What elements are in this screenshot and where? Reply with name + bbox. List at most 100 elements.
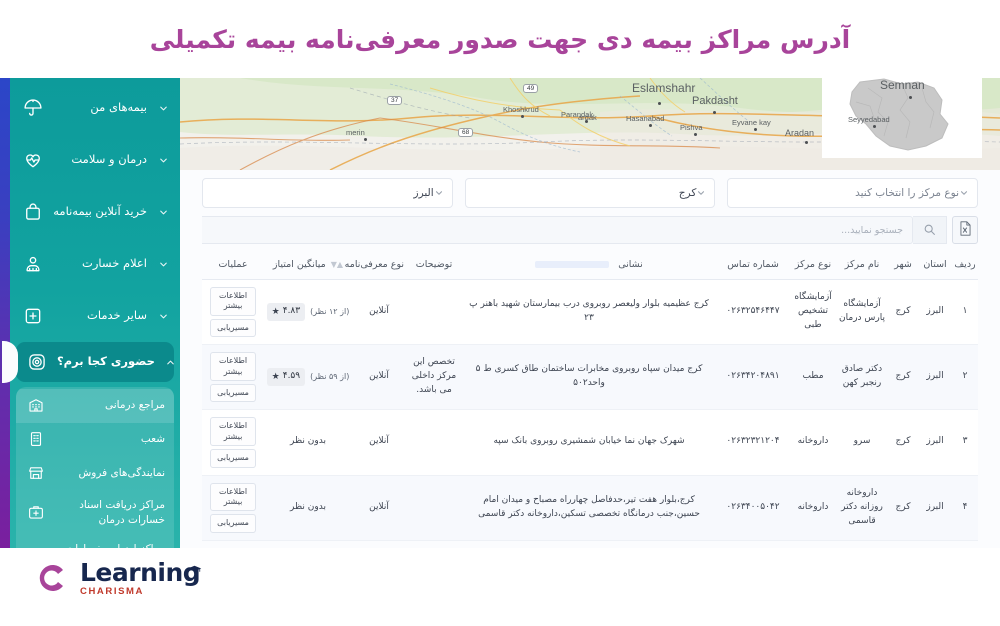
logo-word-text: Learning (80, 558, 201, 587)
address-filter-placeholder (535, 261, 610, 268)
filter-bar: نوع مرکز را انتخاب کنید کرج البرز (201, 178, 978, 208)
cell-phone: ۰۲۶۳۲۵۴۶۴۴۷ (716, 279, 790, 346)
col-header-center-type[interactable]: نوع مرکز (790, 252, 836, 280)
table-row[interactable]: ۱ البرز کرج آزمایشگاه پارس درمان آزمایشگ… (202, 279, 978, 346)
col-header-notes[interactable]: توضیحات (406, 252, 462, 280)
cell-center-type: داروخانه (790, 475, 836, 541)
more-info-button[interactable]: اطلاعات بیشتر (210, 482, 256, 512)
rating-group: ★ ۴.۵۹ (از ۵۹ نظر) (266, 368, 349, 387)
sidebar-item-other-services[interactable]: سایر خدمات (10, 290, 180, 342)
cell-index: ۱ (952, 279, 978, 346)
logo-text-block: Learning CHARISMA (80, 558, 202, 597)
city-select[interactable]: کرج (464, 178, 716, 208)
chevron-down-icon[interactable] (156, 155, 170, 166)
route-button[interactable]: مسیریابی (210, 449, 256, 468)
province-select[interactable]: البرز (201, 178, 453, 208)
sidebar-subitem-medical-centers[interactable]: مراجع درمانی (16, 389, 174, 423)
cell-rating: ★ ۴.۵۹ (از ۵۹ نظر) (264, 344, 352, 411)
map-dot (521, 115, 524, 118)
col-header-avg-rating-label: میانگین امتیاز (272, 259, 326, 270)
center-type-select[interactable]: نوع مرکز را انتخاب کنید (727, 178, 978, 208)
sidebar: بیمه‌های من درمان و سلامت (0, 78, 180, 548)
map-label: merin (346, 128, 365, 137)
map-label: Khoshkrud (503, 105, 539, 114)
map-label: Eslamshahr (632, 81, 696, 95)
col-header-avg-rating[interactable]: ▲▼ میانگین امتیاز (264, 252, 352, 280)
sidebar-subitem-label: نمایندگی‌های فروش (78, 467, 165, 480)
route-button[interactable]: مسیریابی (210, 383, 256, 403)
sidebar-subitem-sales-agencies[interactable]: نمایندگی‌های فروش (16, 457, 174, 491)
cell-operations: اطلاعات بیشتر مسیریابی (202, 279, 264, 346)
table-row[interactable]: ۳ البرز کرج سرو داروخانه ۰۲۶۳۲۳۲۱۲۰۴ شهر… (202, 409, 978, 476)
cell-address: کرج،بلوار هفت تیر،حدفاصل چهارراه مصباح و… (462, 475, 716, 541)
map-label: Aradan (785, 128, 815, 138)
cell-center-name: آزمایشگاه پارس درمان (836, 279, 888, 346)
chevron-down-icon[interactable] (156, 259, 170, 270)
sidebar-item-health-treatment[interactable]: درمان و سلامت (10, 134, 180, 186)
col-header-index[interactable]: ردیف (952, 252, 978, 280)
center-type-value: نوع مرکز را انتخاب کنید (855, 187, 959, 199)
rating-count: (از ۱۲ نظر) (310, 306, 350, 316)
cell-intro-type: آنلاین (352, 475, 406, 541)
cell-province: البرز (918, 344, 952, 411)
chevron-down-icon[interactable] (156, 207, 170, 218)
sidebar-subitem-claim-document-centers[interactable]: مراکز دریافت اسناد خسارات درمان (16, 491, 174, 535)
cell-city: کرج (888, 344, 918, 411)
sidebar-subitem-branches[interactable]: شعب (16, 423, 174, 457)
centers-table-wrap: ردیف استان شهر نام مرکز نوع مرکز شماره ت… (202, 252, 978, 548)
cell-notes (406, 409, 462, 476)
map-label: Pakdasht (692, 95, 738, 107)
cell-rating: بدون نظر (264, 475, 352, 541)
col-header-intro-type[interactable]: نوع معرفی‌نامه (345, 252, 406, 280)
highway-badge: 37 (387, 96, 403, 105)
col-header-phone[interactable]: شماره تماس (716, 252, 790, 280)
more-info-button[interactable]: اطلاعات بیشتر (210, 352, 256, 381)
cell-operations: اطلاعات بیشتر مسیریابی (202, 475, 264, 541)
route-button[interactable]: مسیریابی (210, 318, 256, 338)
rating-badge: ★ ۴.۸۳ (266, 303, 306, 322)
chevron-down-icon (434, 188, 444, 198)
cell-address: کرج عظیمیه بلوار ولیعصر روبروی درب بیمار… (462, 279, 716, 346)
sidebar-item-online-purchase[interactable]: خرید آنلاین بیمه‌نامه (10, 186, 180, 238)
cell-notes: تخصص این مرکز داخلی می باشد. (406, 344, 462, 411)
chevron-down-icon[interactable] (156, 103, 170, 114)
table-row[interactable]: ۲ البرز کرج دکتر صادق رنجبر کهن مطب ۰۲۶۳… (202, 344, 978, 411)
sort-icon: ▲▼ (330, 259, 344, 269)
cell-operations: اطلاعات بیشتر مسیریابی (202, 409, 264, 476)
sidebar-item-label: اعلام خسارت (82, 256, 147, 271)
excel-export-button[interactable] (952, 216, 978, 244)
chevron-up-icon[interactable] (164, 357, 178, 368)
page-title: آدرس مراکز بیمه دی جهت صدور معرفی‌نامه ب… (149, 24, 851, 54)
target-icon (26, 351, 48, 373)
map-label: ardak (578, 113, 597, 122)
route-button[interactable]: مسیریابی (210, 514, 256, 533)
search-button[interactable] (913, 216, 947, 244)
col-header-address[interactable]: نشانی (462, 252, 716, 280)
table-row[interactable]: ۴ البرز کرج داروخانه روزانه دکتر قاسمی د… (202, 475, 978, 541)
sidebar-item-where-to-go[interactable]: حضوری کجا برم؟ (2, 341, 175, 383)
search-input[interactable]: جستجو نمایید... (202, 216, 913, 244)
star-icon: ★ (271, 371, 280, 382)
cell-center-name: داروخانه روزانه دکتر قاسمی (836, 475, 888, 541)
more-info-button[interactable]: اطلاعات بیشتر (210, 287, 256, 316)
sidebar-item-my-insurances[interactable]: بیمه‌های من (10, 82, 180, 134)
chevron-down-icon[interactable] (156, 311, 170, 322)
cell-intro-type: آنلاین (352, 409, 406, 476)
cell-index: ۳ (952, 409, 978, 476)
cell-province: البرز (918, 279, 952, 346)
col-header-center-name[interactable]: نام مرکز (836, 252, 888, 280)
sidebar-submenu: مراجع درمانی شعب (16, 387, 174, 548)
star-icon: ★ (271, 306, 280, 317)
sidebar-subitem-car-damage-centers[interactable]: مراکز ارزیابی خسارات خودرو (16, 535, 174, 548)
col-header-city[interactable]: شهر (888, 252, 918, 280)
map-panel[interactable]: Eslamshahr Pakdasht Semnan Khoshkrud Par… (180, 78, 1000, 170)
map-dot (364, 138, 367, 141)
more-info-button[interactable]: اطلاعات بیشتر (210, 417, 256, 447)
table-header-row: ردیف استان شهر نام مرکز نوع مرکز شماره ت… (202, 252, 978, 280)
sidebar-item-report-damage[interactable]: اعلام خسارت (10, 238, 180, 290)
map-dot (658, 102, 661, 105)
cell-index: ۴ (952, 475, 978, 541)
map-dot (909, 96, 912, 99)
col-header-province[interactable]: استان (918, 252, 952, 280)
col-header-operations[interactable]: عملیات (202, 252, 264, 280)
